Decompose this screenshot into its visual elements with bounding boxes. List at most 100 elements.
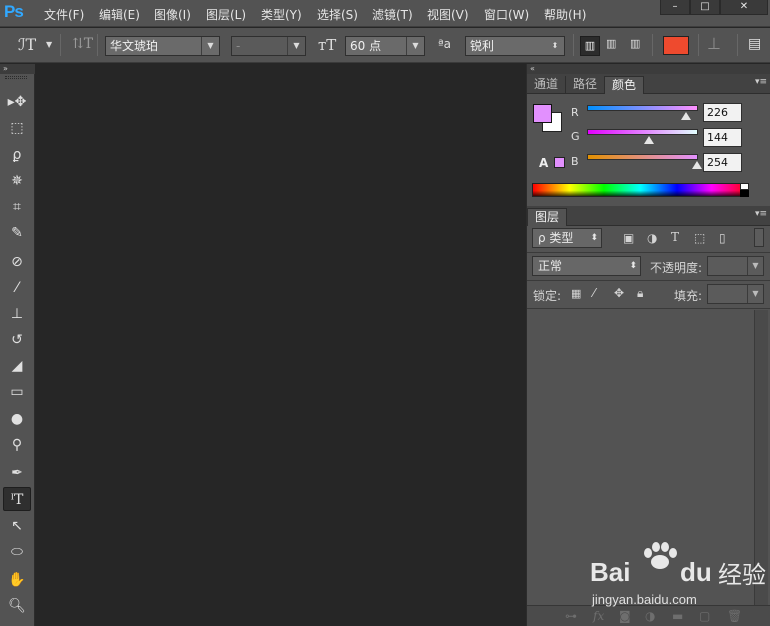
collapse-arrows-icon[interactable]: » — [0, 64, 35, 74]
panel-menu-icon[interactable]: ▾≡ — [755, 209, 767, 219]
menu-type[interactable]: 类型(Y) — [261, 6, 302, 23]
foreground-color-swatch[interactable] — [533, 104, 552, 123]
add-mask-icon[interactable]: ◙ — [619, 609, 631, 623]
black-swatch[interactable] — [740, 190, 749, 197]
delete-layer-icon[interactable]: 🗑︎ — [727, 609, 742, 623]
menu-window[interactable]: 窗口(W) — [484, 6, 529, 23]
fill-input[interactable]: ▼ — [707, 284, 764, 304]
channel-label-b: B — [571, 155, 579, 168]
fill-label: 填充: — [674, 289, 703, 303]
text-color-swatch[interactable] — [663, 36, 689, 55]
updown-arrow-icon: ⬍ — [590, 233, 598, 243]
out-of-gamut-warning-icon[interactable]: A — [539, 156, 548, 170]
gamut-color-swatch[interactable] — [554, 157, 565, 168]
filter-adjustment-icon[interactable]: ◑ — [647, 231, 657, 245]
green-slider-thumb[interactable] — [644, 136, 654, 144]
lock-all-icon[interactable]: 🔒︎ — [637, 286, 643, 301]
anti-alias-icon: ªa — [438, 37, 452, 51]
tab-layers[interactable]: 图层 — [527, 208, 568, 226]
zoom-tool-icon[interactable]: 🔍︎ — [3, 594, 31, 618]
gradient-tool-icon[interactable]: ▭ — [3, 380, 31, 404]
menu-select[interactable]: 选择(S) — [317, 6, 358, 23]
updown-arrow-icon: ⬍ — [629, 261, 637, 271]
menu-layer[interactable]: 图层(L) — [206, 6, 246, 23]
new-group-icon[interactable]: ▬ — [672, 609, 683, 623]
blue-slider-track[interactable] — [587, 154, 698, 160]
menu-help[interactable]: 帮助(H) — [544, 6, 586, 23]
maximize-button[interactable]: □ — [690, 0, 720, 15]
red-slider-track[interactable] — [587, 105, 698, 111]
font-family-select[interactable]: 华文琥珀 ▼ — [105, 36, 220, 56]
align-center-icon[interactable]: ▥ — [606, 37, 616, 50]
warp-text-icon[interactable]: ⊥ — [707, 34, 721, 53]
align-right-icon[interactable]: ▥ — [630, 37, 640, 50]
tab-channels[interactable]: 通道 — [527, 76, 567, 94]
toolbar-grip[interactable] — [5, 76, 27, 79]
blend-mode-select[interactable]: 正常 ⬍ — [532, 256, 641, 276]
tab-paths[interactable]: 路径 — [566, 76, 606, 94]
pen-tool-icon[interactable]: ✒ — [3, 461, 31, 485]
dodge-tool-icon[interactable]: ⚲ — [3, 433, 31, 457]
tools-panel: » ▸✥ ⬚ ϼ ✵ ⌗ ✎ ⊘ ⁄ ⊥ ↺ ◢ ▭ ● ⚲ ✒ ᴵT ↖ ⬭ … — [0, 64, 35, 626]
green-value-input[interactable]: 144 — [703, 128, 742, 147]
adjustment-layer-icon[interactable]: ◑ — [645, 609, 655, 623]
filter-image-icon[interactable]: ▣ — [623, 231, 634, 245]
chevron-down-icon: ▼ — [406, 37, 424, 55]
character-panel-icon[interactable]: ▤ — [748, 36, 761, 52]
eraser-tool-icon[interactable]: ◢ — [3, 354, 31, 378]
magic-wand-tool-icon[interactable]: ✵ — [3, 169, 31, 193]
menu-image[interactable]: 图像(I) — [154, 6, 191, 23]
red-value-input[interactable]: 226 — [703, 103, 742, 122]
collapse-arrows-icon[interactable]: « — [527, 64, 770, 74]
filter-shape-icon[interactable]: ⬚ — [694, 231, 705, 245]
toggle-orientation-icon[interactable]: ⇅T — [72, 36, 93, 52]
lasso-tool-icon[interactable]: ϼ — [3, 143, 31, 167]
blue-slider-thumb[interactable] — [692, 161, 702, 169]
lock-transparent-icon[interactable]: ▦ — [571, 287, 581, 300]
preset-chevron-icon[interactable]: ▼ — [46, 40, 52, 49]
marquee-tool-icon[interactable]: ⬚ — [3, 116, 31, 140]
lock-image-icon[interactable]: ⁄ — [593, 286, 595, 300]
red-slider-thumb[interactable] — [681, 112, 691, 120]
ellipse-tool-icon[interactable]: ⬭ — [3, 540, 31, 564]
blur-tool-icon[interactable]: ● — [3, 407, 31, 431]
font-size-select[interactable]: 60 点 ▼ — [345, 36, 425, 56]
lock-position-icon[interactable]: ✥ — [614, 286, 624, 300]
close-button[interactable]: ✕ — [720, 0, 768, 15]
hand-tool-icon[interactable]: ✋ — [3, 568, 31, 592]
green-slider-track[interactable] — [587, 129, 698, 135]
menu-filter[interactable]: 滤镜(T) — [372, 6, 413, 23]
document-canvas[interactable] — [36, 64, 526, 626]
fx-icon[interactable]: fx — [593, 609, 604, 623]
color-spectrum-bar[interactable] — [532, 183, 749, 197]
type-tool-icon[interactable]: ᴵT — [3, 487, 31, 511]
history-brush-tool-icon[interactable]: ↺ — [3, 328, 31, 352]
link-layers-icon[interactable]: ⊶ — [565, 609, 577, 623]
white-swatch[interactable] — [740, 183, 749, 190]
watermark-brand2: du — [680, 557, 712, 587]
brush-tool-icon[interactable]: ⁄ — [3, 276, 31, 300]
move-tool-icon[interactable]: ▸✥ — [3, 90, 31, 114]
layer-filter-select[interactable]: ρ 类型 ⬍ — [532, 228, 602, 248]
eyedropper-tool-icon[interactable]: ✎ — [3, 221, 31, 245]
menu-file[interactable]: 文件(F) — [44, 6, 84, 23]
tab-color[interactable]: 颜色 — [604, 76, 645, 94]
filter-smart-object-icon[interactable]: ▯ — [719, 231, 726, 245]
menu-view[interactable]: 视图(V) — [427, 6, 469, 23]
clone-stamp-tool-icon[interactable]: ⊥ — [3, 302, 31, 326]
crop-tool-icon[interactable]: ⌗ — [3, 195, 31, 219]
minimize-button[interactable]: – — [660, 0, 690, 15]
panel-menu-icon[interactable]: ▾≡ — [755, 77, 767, 87]
filter-type-icon[interactable]: T — [671, 230, 679, 244]
font-style-select[interactable]: - ▼ — [231, 36, 306, 56]
filter-toggle-switch[interactable] — [754, 228, 764, 247]
opacity-input[interactable]: ▼ — [707, 256, 764, 276]
type-tool-preset-icon[interactable]: ℐT — [18, 35, 36, 54]
healing-brush-tool-icon[interactable]: ⊘ — [3, 250, 31, 274]
blue-value-input[interactable]: 254 — [703, 153, 742, 172]
path-selection-tool-icon[interactable]: ↖ — [3, 514, 31, 538]
anti-alias-select[interactable]: 锐利 ⬍ — [465, 36, 565, 56]
align-left-icon[interactable]: ▥ — [580, 36, 600, 56]
menu-edit[interactable]: 编辑(E) — [99, 6, 140, 23]
new-layer-icon[interactable]: ▢ — [699, 609, 710, 623]
